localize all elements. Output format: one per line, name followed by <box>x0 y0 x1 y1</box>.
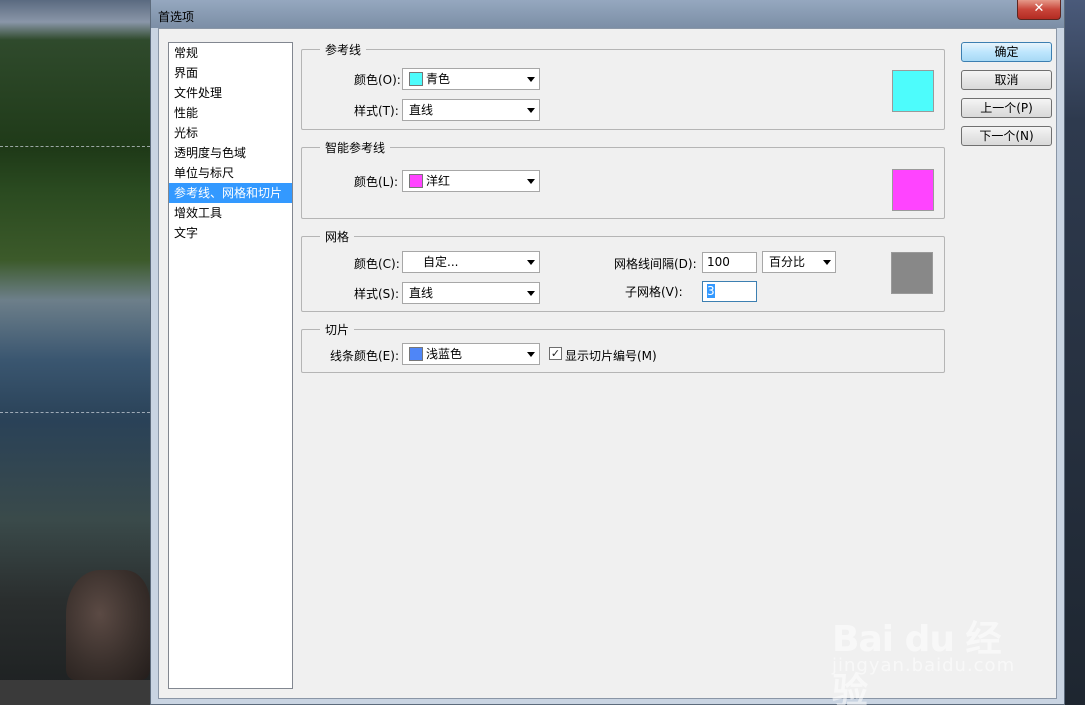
grid-group-title: 网格 <box>320 228 355 245</box>
show-slice-numbers-label[interactable]: 显示切片编号(M) <box>565 347 657 364</box>
guides-style-select[interactable]: 直线 <box>402 99 540 121</box>
grid-style-select[interactable]: 直线 <box>402 282 540 304</box>
nav-item-plugins[interactable]: 增效工具 <box>169 203 292 223</box>
cancel-button[interactable]: 取消 <box>961 70 1052 90</box>
smart-guides-group: 智能参考线 颜色(L): 洋红 <box>301 139 945 219</box>
preferences-category-list[interactable]: 常规 界面 文件处理 性能 光标 透明度与色域 单位与标尺 参考线、网格和切片 … <box>168 42 293 689</box>
guides-color-swatch <box>409 72 423 86</box>
grid-unit-value: 百分比 <box>769 255 806 269</box>
chevron-down-icon <box>527 352 535 357</box>
close-button[interactable]: ✕ <box>1017 0 1061 20</box>
grid-color-preview[interactable] <box>891 252 933 294</box>
baidu-watermark: Bai du 经验 jingyan.baidu.com <box>832 608 1032 705</box>
title-bar[interactable]: 首选项 ✕ <box>151 0 1064 28</box>
grid-subdivisions-value: 3 <box>707 284 715 298</box>
smart-guides-group-title: 智能参考线 <box>320 139 391 156</box>
chevron-down-icon <box>527 108 535 113</box>
close-icon: ✕ <box>1033 1 1045 16</box>
guides-color-preview[interactable] <box>892 70 934 112</box>
background-rock <box>66 570 150 680</box>
nav-item-guides-grid-slices[interactable]: 参考线、网格和切片 <box>169 183 292 203</box>
guides-color-label: 颜色(O): <box>354 73 401 87</box>
guides-style-value: 直线 <box>409 103 434 117</box>
smart-guides-color-label: 颜色(L): <box>354 175 399 189</box>
ok-button[interactable]: 确定 <box>961 42 1052 62</box>
canvas-guide-line <box>0 412 150 413</box>
next-button[interactable]: 下一个(N) <box>961 126 1052 146</box>
grid-style-label: 样式(S): <box>354 287 400 301</box>
smart-guides-color-swatch <box>409 174 423 188</box>
grid-unit-select[interactable]: 百分比 <box>762 251 836 273</box>
slice-line-color-swatch <box>409 347 423 361</box>
nav-item-transparency-gamut[interactable]: 透明度与色域 <box>169 143 292 163</box>
previous-button[interactable]: 上一个(P) <box>961 98 1052 118</box>
slices-group-title: 切片 <box>320 321 355 338</box>
chevron-down-icon <box>527 179 535 184</box>
dialog-client-area: 常规 界面 文件处理 性能 光标 透明度与色域 单位与标尺 参考线、网格和切片 … <box>158 28 1057 699</box>
show-slice-numbers-checkbox[interactable]: ✓ <box>549 347 562 360</box>
nav-item-cursors[interactable]: 光标 <box>169 123 292 143</box>
grid-group: 网格 颜色(C): 自定... 样式(S): 直线 网格线间隔(D): 100 … <box>301 228 945 312</box>
watermark-url: jingyan.baidu.com <box>832 655 1016 676</box>
chevron-down-icon <box>527 77 535 82</box>
checkmark-icon: ✓ <box>550 347 561 360</box>
desktop-background-right <box>1062 0 1085 705</box>
grid-subdivisions-label: 子网格(V): <box>625 285 683 299</box>
chevron-down-icon <box>527 291 535 296</box>
nav-item-file-handling[interactable]: 文件处理 <box>169 83 292 103</box>
slice-line-color-value: 浅蓝色 <box>426 347 463 361</box>
guides-group-title: 参考线 <box>320 41 367 58</box>
chevron-down-icon <box>527 260 535 265</box>
slices-group: 切片 线条颜色(E): 浅蓝色 ✓ 显示切片编号(M) <box>301 321 945 373</box>
grid-color-select[interactable]: 自定... <box>402 251 540 273</box>
grid-color-value: 自定... <box>423 255 459 269</box>
guides-group: 参考线 颜色(O): 青色 样式(T): 直线 <box>301 41 945 130</box>
smart-guides-color-select[interactable]: 洋红 <box>402 170 540 192</box>
preferences-dialog: 首选项 ✕ 常规 界面 文件处理 性能 光标 透明度与色域 单位与标尺 参考线、… <box>150 0 1065 705</box>
grid-subdivisions-input[interactable]: 3 <box>702 281 757 302</box>
grid-style-value: 直线 <box>409 286 434 300</box>
background-floor <box>0 680 150 705</box>
nav-item-units-rulers[interactable]: 单位与标尺 <box>169 163 292 183</box>
guides-color-value: 青色 <box>426 72 451 86</box>
grid-color-label: 颜色(C): <box>354 257 400 271</box>
nav-item-type[interactable]: 文字 <box>169 223 292 243</box>
window-title: 首选项 <box>158 10 195 24</box>
grid-spacing-label: 网格线间隔(D): <box>614 257 697 271</box>
slice-line-color-label: 线条颜色(E): <box>330 349 399 363</box>
grid-spacing-input[interactable]: 100 <box>702 252 757 273</box>
nav-item-performance[interactable]: 性能 <box>169 103 292 123</box>
smart-guides-color-preview[interactable] <box>892 169 934 211</box>
canvas-guide-line <box>0 146 150 147</box>
nav-item-interface[interactable]: 界面 <box>169 63 292 83</box>
grid-spacing-value: 100 <box>707 255 730 269</box>
nav-item-general[interactable]: 常规 <box>169 43 292 63</box>
slice-line-color-select[interactable]: 浅蓝色 <box>402 343 540 365</box>
smart-guides-color-value: 洋红 <box>426 174 451 188</box>
guides-color-select[interactable]: 青色 <box>402 68 540 90</box>
guides-style-label: 样式(T): <box>354 104 399 118</box>
chevron-down-icon <box>823 260 831 265</box>
